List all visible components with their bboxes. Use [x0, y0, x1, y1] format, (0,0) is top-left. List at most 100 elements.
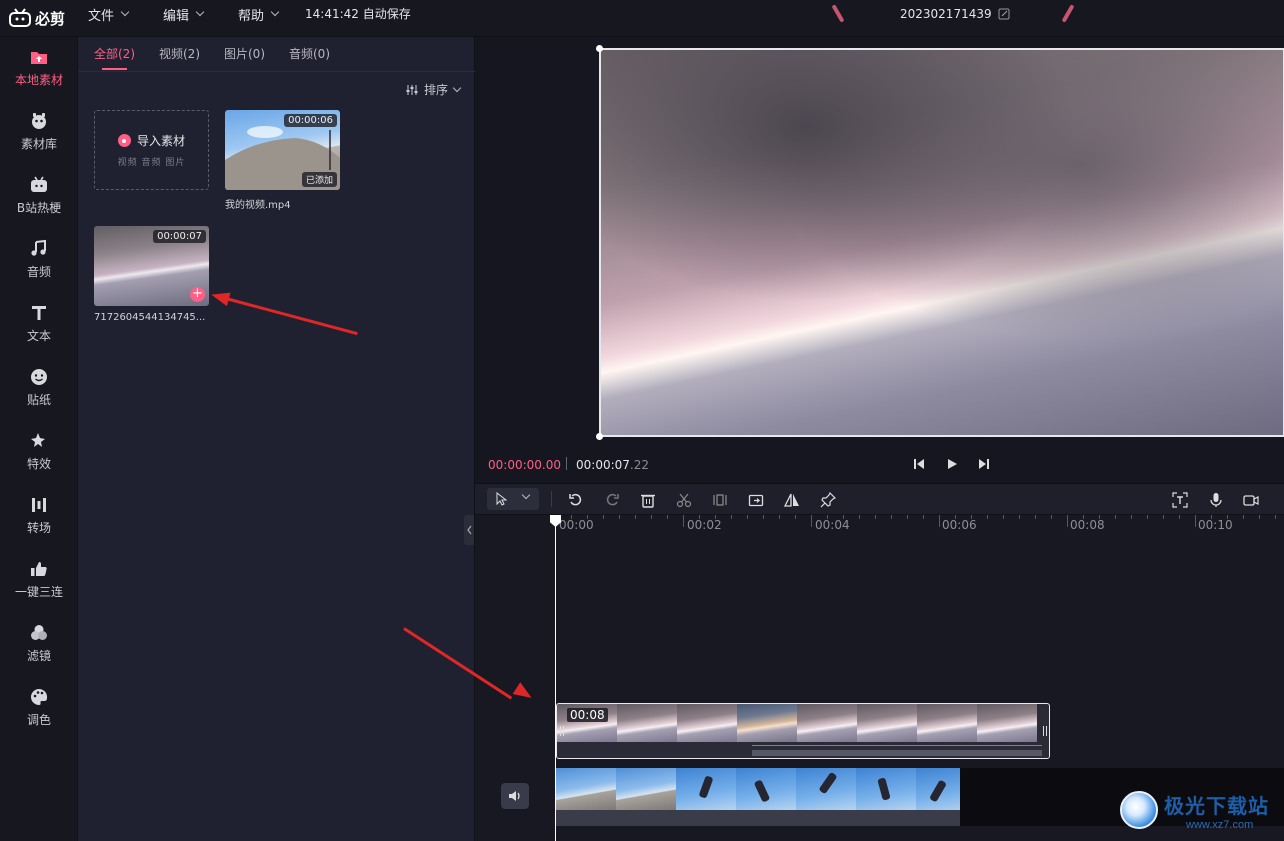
ruler-tick [827, 515, 828, 519]
pin-icon[interactable] [820, 492, 836, 508]
time-ruler[interactable]: 00:00 00:02 00:04 00:06 00:08 00:10 [555, 515, 1284, 533]
tab-image[interactable]: 图片(0) [224, 45, 265, 66]
sidebar-item-transitions[interactable]: 转场 [0, 485, 78, 545]
sidebar-item-stickers[interactable]: 贴纸 [0, 357, 78, 417]
track-volume-button[interactable] [501, 783, 529, 809]
ruler-tick [1067, 515, 1068, 527]
chevron-down-icon [521, 490, 531, 500]
sort-button[interactable]: 排序 [406, 81, 462, 98]
ruler-tick [907, 515, 908, 519]
menu-file[interactable]: 文件 [88, 0, 130, 28]
microphone-icon[interactable] [1208, 492, 1224, 508]
freeze-frame-icon[interactable] [712, 492, 728, 508]
thumbs-up-icon [31, 562, 47, 576]
play-icon[interactable] [945, 457, 959, 471]
sidebar-item-material-library[interactable]: 素材库 [0, 101, 78, 161]
palette-icon [31, 688, 48, 705]
chevron-left-icon [467, 525, 472, 535]
preview-video[interactable] [599, 48, 1284, 437]
replace-clip-icon[interactable] [748, 492, 764, 508]
ruler-tick [699, 515, 700, 519]
mascot-icon [32, 113, 46, 129]
redo-icon[interactable] [604, 492, 620, 508]
tab-audio[interactable]: 音频(0) [289, 45, 330, 66]
import-dot-icon [117, 134, 131, 147]
import-media-button[interactable]: 导入素材 视频 音频 图片 [94, 110, 209, 190]
timeline-clip-main[interactable]: 00:08 [556, 703, 1050, 759]
total-time-frac: .22 [629, 458, 649, 472]
total-time: 00:00:07.22 [576, 458, 649, 472]
ruler-tick [971, 515, 972, 519]
media-thumbnail: 00:00:06 已添加 [225, 110, 340, 190]
ruler-tick [779, 515, 780, 519]
ruler-tick [747, 515, 748, 519]
sidebar-item-bilibili-memes[interactable]: B站热梗 [0, 165, 78, 225]
ruler-tick [811, 515, 812, 527]
tab-video[interactable]: 视频(2) [159, 45, 200, 66]
ruler-tick [1211, 515, 1212, 519]
resize-handle[interactable] [596, 45, 603, 52]
current-time: 00:00:00.00 [488, 458, 561, 472]
ruler-tick [1147, 515, 1148, 519]
filter-icon [31, 625, 47, 640]
tv-icon [31, 176, 47, 192]
menu-help[interactable]: 帮助 [238, 0, 280, 28]
sidebar-item-label: 调色 [26, 713, 51, 727]
media-item-my-video[interactable]: 00:00:06 已添加 我的视频.mp4 [225, 110, 340, 211]
ruler-label: 00:04 [815, 518, 850, 532]
sidebar-item-label: B站热梗 [16, 201, 62, 215]
media-item-cloud-video[interactable]: 00:00:07 + 7172604544134745... [94, 226, 209, 323]
next-frame-icon[interactable] [977, 457, 991, 471]
ruler-tick [1195, 515, 1196, 527]
sidebar-item-color-grading[interactable]: 调色 [0, 677, 78, 737]
sidebar-item-text[interactable]: 文本 [0, 293, 78, 353]
clip-trim-handle-left[interactable] [560, 726, 564, 736]
skater-figure [818, 771, 838, 795]
decor-slash-right [1061, 4, 1075, 23]
import-sublabel: 视频 音频 图片 [117, 158, 186, 168]
ruler-tick [1227, 515, 1228, 519]
watermark-title: 极光下载站 [1164, 793, 1269, 818]
clip-frame [677, 704, 737, 744]
ruler-tick [1083, 515, 1084, 519]
ruler-tick [1115, 515, 1116, 519]
sidebar-item-filters[interactable]: 滤镜 [0, 613, 78, 673]
clip-frame [556, 768, 616, 810]
sidebar-item-triple-combo[interactable]: 一键三连 [0, 549, 78, 609]
clip-frame [736, 768, 796, 810]
split-scissors-icon[interactable] [676, 492, 692, 508]
ruler-tick [571, 515, 572, 519]
delete-icon[interactable] [640, 492, 656, 508]
sort-label: 排序 [423, 83, 448, 97]
prev-frame-icon[interactable] [912, 457, 926, 471]
mirror-icon[interactable] [784, 492, 800, 508]
menu-edit[interactable]: 编辑 [163, 0, 205, 28]
transition-icon [32, 498, 46, 512]
chevron-down-icon [120, 7, 130, 17]
clip-duration-badge: 00:08 [567, 708, 608, 722]
undo-icon[interactable] [568, 492, 584, 508]
camera-record-icon[interactable] [1243, 492, 1259, 508]
clip-trim-handle-right[interactable] [1043, 726, 1047, 736]
import-label: 导入素材 [136, 134, 185, 148]
sidebar-item-local-media[interactable]: 本地素材 [0, 37, 78, 97]
clip-frame [856, 768, 916, 810]
select-tool-button[interactable] [487, 488, 539, 510]
add-to-timeline-button[interactable]: + [190, 287, 205, 302]
cursor-arrow-icon [496, 492, 507, 506]
tab-all[interactable]: 全部(2) [94, 45, 135, 70]
player-controls: 00:00:00.00 00:00:07.22 [475, 445, 1284, 483]
sidebar-item-audio[interactable]: 音频 [0, 229, 78, 289]
sidebar-item-effects[interactable]: 特效 [0, 421, 78, 481]
resize-handle[interactable] [596, 433, 603, 440]
ruler-tick [1051, 515, 1052, 519]
playhead-line[interactable] [555, 515, 556, 841]
bilibili-tv-icon [9, 8, 31, 27]
collapse-panel-handle[interactable] [464, 515, 474, 545]
ruler-tick [891, 515, 892, 519]
timeline-clip-my-video[interactable] [556, 768, 960, 826]
project-name[interactable]: 202302171439 [900, 0, 1010, 28]
sparkle-icon [31, 433, 45, 447]
text-recognition-icon[interactable] [1172, 492, 1188, 508]
audio-waveform [557, 742, 1049, 758]
